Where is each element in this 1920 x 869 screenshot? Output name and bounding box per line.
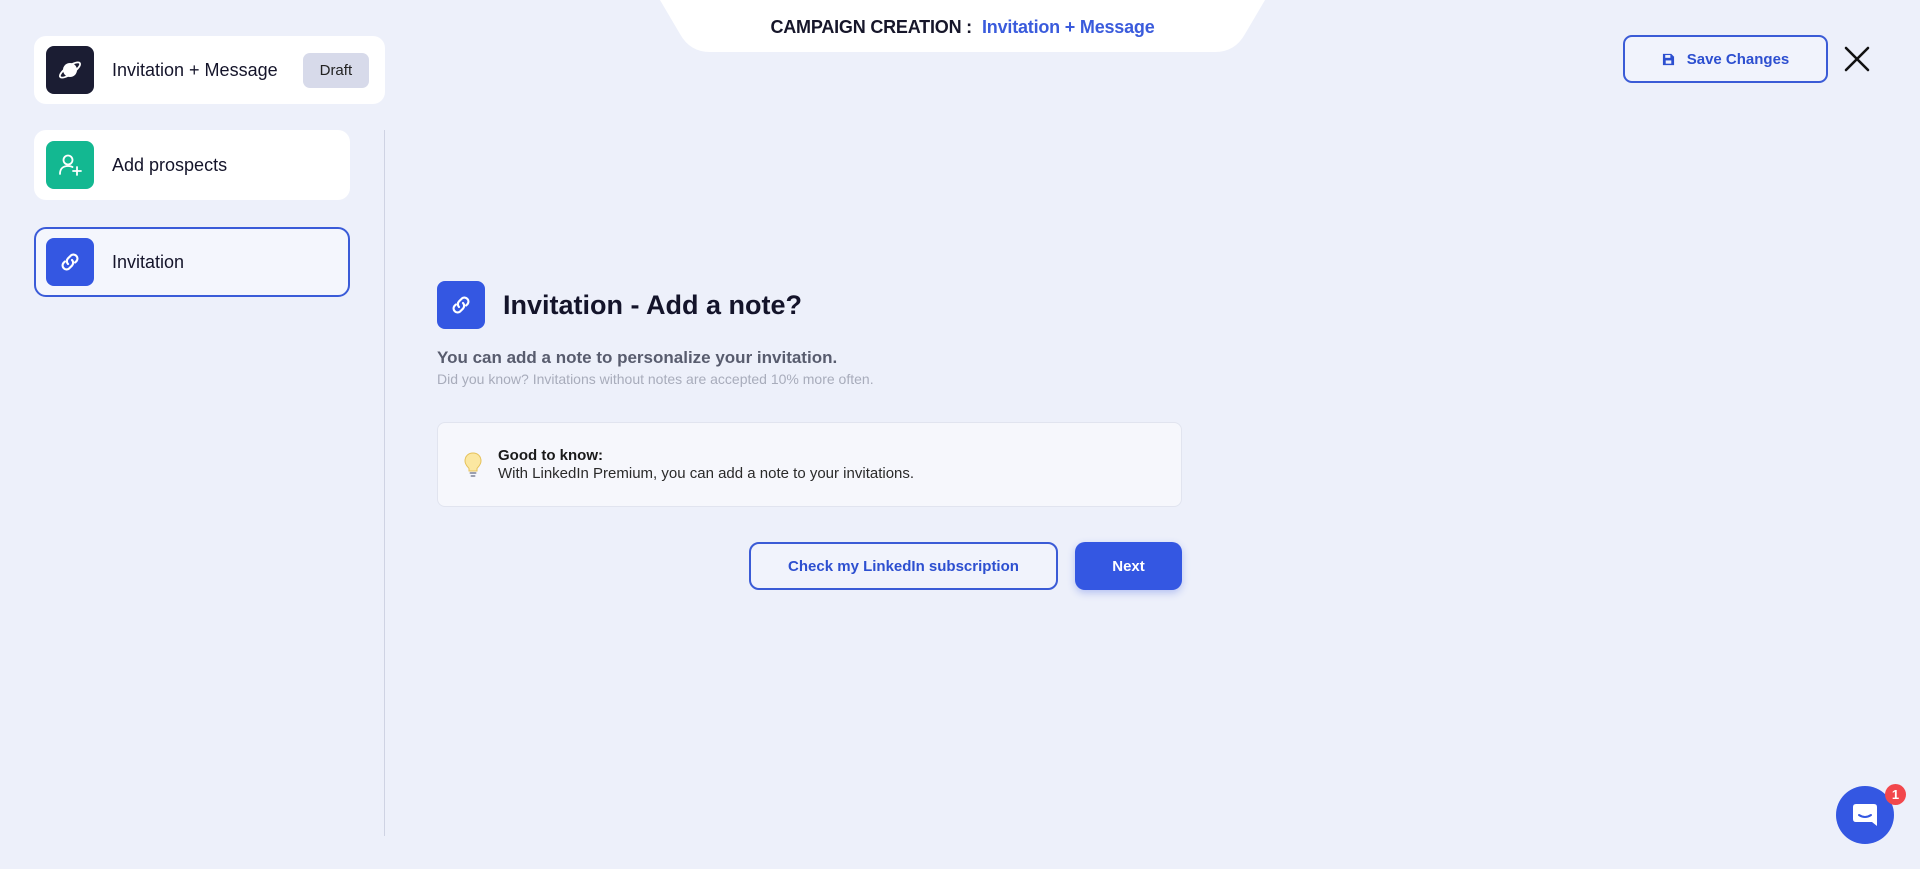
main-content: Invitation - Add a note? You can add a n… [437,281,1182,590]
check-subscription-button[interactable]: Check my LinkedIn subscription [749,542,1058,590]
save-changes-label: Save Changes [1686,50,1790,68]
page-title-campaign-name: Invitation + Message [981,17,1155,37]
section-heading: Invitation - Add a note? [437,281,1182,329]
planet-icon [59,61,81,79]
status-badge: Draft [302,52,370,88]
good-to-know-box: Good to know: With LinkedIn Premium, you… [437,422,1182,507]
add-prospects-icon-box [46,141,94,189]
next-button[interactable]: Next [1075,542,1182,590]
section-subtitle: You can add a note to personalize your i… [437,348,838,367]
sidebar-item-label: Invitation [112,251,185,272]
invitation-icon-box [46,238,94,286]
action-buttons: Check my LinkedIn subscription Next [437,542,1182,590]
page-title-label: CAMPAIGN CREATION : [770,17,972,37]
sidebar-divider [384,130,385,836]
campaign-name: Invitation + Message [112,59,278,80]
good-to-know-title: Good to know: [498,447,603,464]
good-to-know-body: With LinkedIn Premium, you can add a not… [498,465,915,482]
add-user-icon [59,154,82,176]
page-title: CAMPAIGN CREATION : Invitation + Message [660,17,1265,38]
link-icon [61,253,79,271]
sidebar-item-label: Add prospects [112,154,228,175]
close-icon [1844,46,1870,72]
save-changes-button[interactable]: Save Changes [1623,35,1828,83]
heading-icon-box [437,281,485,329]
good-to-know-text: Good to know: With LinkedIn Premium, you… [498,447,914,482]
section-title: Invitation - Add a note? [503,289,802,320]
campaign-creation-page: CAMPAIGN CREATION : Invitation + Message … [0,0,1920,869]
notification-badge: 1 [1885,784,1906,805]
sidebar-item-add-prospects[interactable]: Add prospects [34,130,350,200]
floppy-disk-icon [1662,53,1674,65]
page-title-tab: CAMPAIGN CREATION : Invitation + Message [660,0,1265,52]
sidebar-item-invitation[interactable]: Invitation [34,227,350,297]
lightbulb-icon [464,451,482,477]
chat-icon [1853,804,1877,826]
link-icon [452,296,470,314]
campaign-card[interactable]: Invitation + Message Draft [34,36,385,104]
section-hint: Did you know? Invitations without notes … [437,371,874,387]
campaign-icon-box [46,46,94,94]
close-button[interactable] [1842,44,1872,74]
